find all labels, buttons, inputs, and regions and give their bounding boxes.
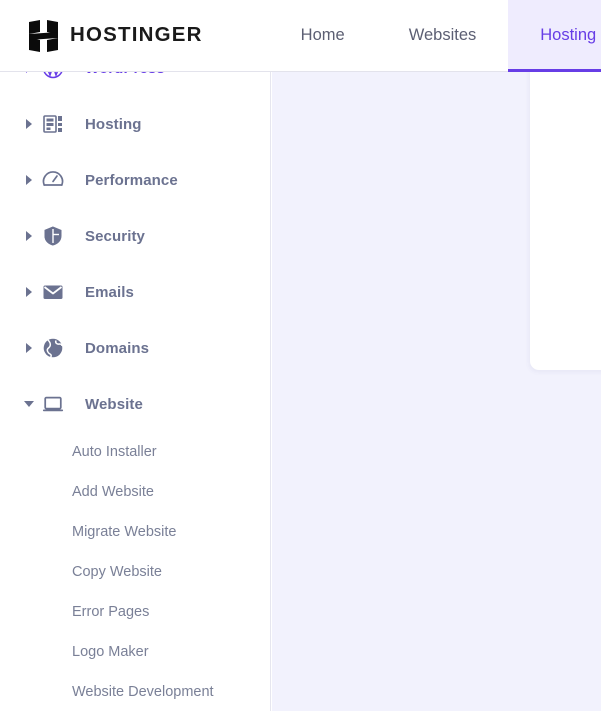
nav-tab-hosting[interactable]: Hosting — [508, 0, 601, 72]
sidebar-item-hosting[interactable]: Hosting — [0, 96, 270, 152]
sidebar-subitem-error-pages[interactable]: Error Pages — [0, 592, 270, 632]
shield-icon — [42, 225, 64, 247]
sidebar-sublabel: Copy Website — [72, 564, 162, 580]
chevron-right-icon — [23, 342, 35, 354]
sidebar-sublabel: Website Development — [72, 684, 214, 700]
wordpress-icon — [42, 72, 64, 79]
sidebar-sublabel: Migrate Website — [72, 524, 177, 540]
sidebar-label-domains: Domains — [85, 339, 150, 357]
chevron-right-icon — [23, 118, 35, 130]
chevron-right-icon — [23, 174, 35, 186]
server-rack-icon — [42, 113, 64, 135]
sidebar-item-security[interactable]: Security — [0, 208, 270, 264]
chevron-right-icon — [23, 72, 35, 74]
nav-tab-home[interactable]: Home — [269, 0, 377, 71]
sidebar-label-website: Website — [85, 395, 143, 413]
top-header: HOSTINGER Home Websites Hosting — [0, 0, 601, 72]
sidebar-label-hosting: Hosting — [85, 115, 142, 133]
nav-tab-websites[interactable]: Websites — [377, 0, 509, 71]
brand-name: HOSTINGER — [70, 23, 203, 47]
sidebar-subitem-add-website[interactable]: Add Website — [0, 472, 270, 512]
sidebar-item-domains[interactable]: Domains — [0, 320, 270, 376]
sidebar-scroll-region: WordPress Hosting — [0, 72, 270, 711]
sidebar-item-wordpress[interactable]: WordPress — [0, 72, 270, 96]
main-content-area — [272, 72, 601, 711]
chevron-down-icon — [23, 398, 35, 410]
sidebar-sublabel: Add Website — [72, 484, 154, 500]
sidebar: WordPress Hosting — [0, 72, 271, 711]
sidebar-label-performance: Performance — [85, 171, 178, 189]
sidebar-item-performance[interactable]: Performance — [0, 152, 270, 208]
laptop-icon — [42, 393, 64, 415]
sidebar-label-emails: Emails — [85, 283, 134, 301]
hostinger-h-logo-icon — [29, 19, 59, 52]
app-root: HOSTINGER Home Websites Hosting WordPres — [0, 0, 601, 711]
sidebar-subitem-migrate-website[interactable]: Migrate Website — [0, 512, 270, 552]
main-nav: Home Websites Hosting — [269, 0, 601, 72]
sidebar-item-website[interactable]: Website — [0, 376, 270, 432]
chevron-right-icon — [23, 286, 35, 298]
sidebar-subitem-website-development[interactable]: Website Development — [0, 672, 270, 711]
sidebar-label-security: Security — [85, 227, 145, 245]
sidebar-subitem-copy-website[interactable]: Copy Website — [0, 552, 270, 592]
envelope-icon — [42, 281, 64, 303]
sidebar-label-wordpress: WordPress — [85, 72, 165, 77]
sidebar-sublabel: Logo Maker — [72, 644, 149, 660]
sidebar-item-emails[interactable]: Emails — [0, 264, 270, 320]
speedometer-icon — [42, 169, 64, 191]
brand-logo[interactable]: HOSTINGER — [0, 0, 213, 71]
content-panel-card — [530, 72, 601, 370]
sidebar-subitem-logo-maker[interactable]: Logo Maker — [0, 632, 270, 672]
sidebar-sublabel: Error Pages — [72, 604, 150, 620]
chevron-right-icon — [23, 230, 35, 242]
sidebar-subitem-auto-installer[interactable]: Auto Installer — [0, 432, 270, 472]
globe-icon — [42, 337, 64, 359]
sidebar-sublabel: Auto Installer — [72, 444, 157, 460]
